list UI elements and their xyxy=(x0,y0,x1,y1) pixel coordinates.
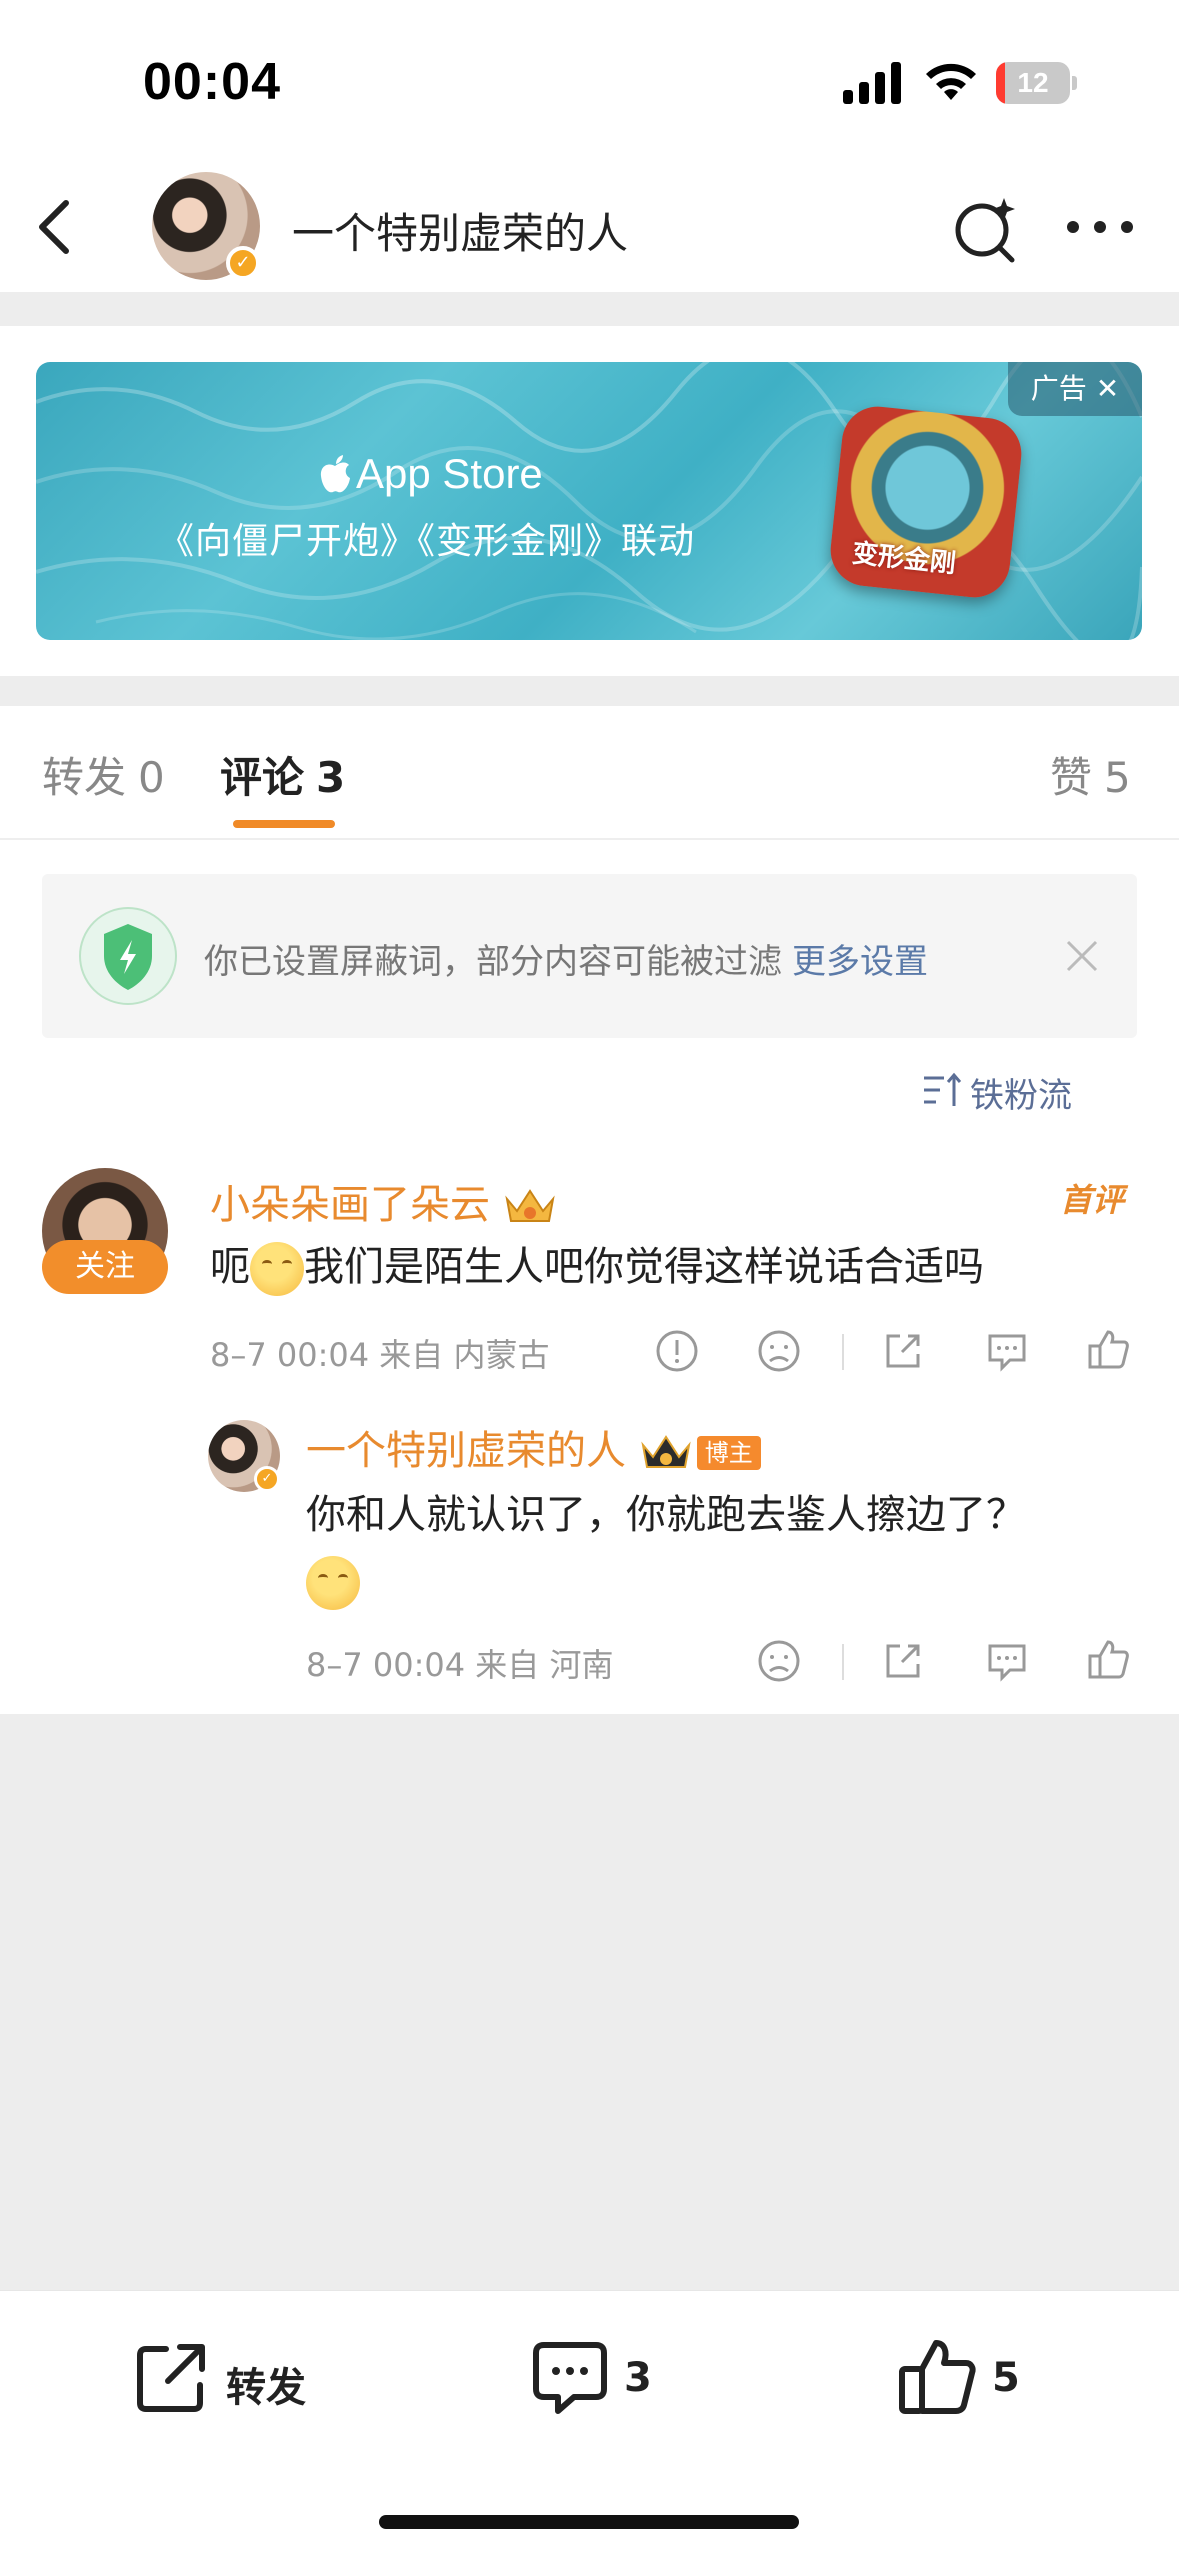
ad-store-name: App Store xyxy=(356,450,543,497)
sort-icon xyxy=(924,1072,962,1106)
tab-comment[interactable]: 评论 3 xyxy=(220,744,345,805)
sort-label: 铁粉流 xyxy=(970,1076,1072,1116)
tab-repost-count: 0 xyxy=(138,753,165,802)
nav-bar: ✓ 一个特别虚荣的人 xyxy=(0,160,1179,292)
comment-icon xyxy=(533,2342,607,2414)
dislike-icon[interactable] xyxy=(756,1328,802,1374)
first-comment-badge: 首评 xyxy=(1060,1181,1125,1219)
status-bar: 00:04 12 xyxy=(0,0,1179,160)
verified-icon: ✓ xyxy=(226,246,260,280)
like-count: 5 xyxy=(992,2355,1020,2401)
crown-icon xyxy=(641,1435,691,1468)
comment-meta: 8–7 00:04 来自 内蒙古 xyxy=(210,1336,550,1374)
ad-close-button[interactable]: 广告 ✕ xyxy=(1008,362,1142,416)
tab-like[interactable]: 赞5 xyxy=(1050,744,1131,805)
share-icon[interactable] xyxy=(880,1638,926,1684)
comment-meta: 8–7 00:04 来自 河南 xyxy=(306,1646,614,1684)
reply-icon[interactable] xyxy=(984,1328,1030,1374)
filter-notice: 你已设置屏蔽词，部分内容可能被过滤 更多设置 xyxy=(42,874,1137,1038)
tab-like-count: 5 xyxy=(1104,753,1131,802)
share-icon[interactable] xyxy=(880,1328,926,1374)
page-title[interactable]: 一个特别虚荣的人 xyxy=(292,200,628,261)
apple-logo-icon xyxy=(320,455,350,493)
tab-bar: 转发 0 评论 3 赞5 xyxy=(0,706,1179,840)
author-badge: 博主 xyxy=(696,1436,761,1470)
ad-section: App Store 《向僵尸开炮》《变形金刚》联动 变形金刚 广告 ✕ xyxy=(0,326,1179,676)
tab-repost[interactable]: 转发 0 xyxy=(42,744,165,805)
close-icon[interactable] xyxy=(1062,936,1102,976)
tab-indicator xyxy=(233,820,335,828)
comment-text: 我们是陌生人吧你觉得这样说话合适吗 xyxy=(304,1244,984,1290)
verified-icon: ✓ xyxy=(254,1466,280,1492)
avatar[interactable]: ✓ xyxy=(152,172,260,280)
filter-notice-text: 你已设置屏蔽词，部分内容可能被过滤 xyxy=(204,942,782,982)
signal-icon xyxy=(843,62,901,104)
like-icon xyxy=(899,2340,976,2414)
like-icon[interactable] xyxy=(1086,1326,1132,1372)
home-indicator[interactable] xyxy=(379,2515,799,2529)
search-sparkle-icon[interactable] xyxy=(950,192,1022,264)
reply-icon[interactable] xyxy=(984,1638,1030,1684)
game-app-icon: 变形金刚 xyxy=(827,403,1025,601)
dislike-icon[interactable] xyxy=(756,1638,802,1684)
more-dots-icon[interactable] xyxy=(1065,215,1135,239)
chevron-left-icon[interactable] xyxy=(30,195,80,259)
ad-tag-label: 广告 xyxy=(1030,372,1087,405)
sort-selector[interactable]: 铁粉流 xyxy=(924,1068,1072,1117)
ad-banner[interactable]: App Store 《向僵尸开炮》《变形金刚》联动 变形金刚 广告 ✕ xyxy=(36,362,1142,640)
status-time: 00:04 xyxy=(143,53,281,111)
report-icon[interactable] xyxy=(654,1328,700,1374)
comment-text-start: 呃 xyxy=(210,1244,250,1290)
tab-comment-count: 3 xyxy=(316,753,346,802)
more-settings-link[interactable]: 更多设置 xyxy=(792,942,928,982)
battery-icon: 12 xyxy=(996,62,1077,104)
ad-headline: 《向僵尸开炮》《变形金刚》联动 xyxy=(158,521,696,562)
game-app-label: 变形金刚 xyxy=(850,538,958,580)
follow-button[interactable]: 关注 xyxy=(42,1240,168,1294)
wifi-icon xyxy=(926,63,976,100)
comment-author[interactable]: 一个特别虚荣的人 xyxy=(306,1428,626,1474)
divider xyxy=(842,1334,844,1370)
share-icon xyxy=(137,2344,205,2412)
like-icon[interactable] xyxy=(1086,1636,1132,1682)
battery-level: 12 xyxy=(1017,67,1049,98)
repost-label: 转发 xyxy=(226,2365,306,2411)
tab-like-label: 赞 xyxy=(1050,753,1093,802)
crown-icon xyxy=(505,1189,555,1222)
comment-count: 3 xyxy=(624,2355,652,2401)
smile-emoji-icon xyxy=(250,1242,304,1296)
tab-repost-label: 转发 xyxy=(42,753,127,802)
comment-author[interactable]: 小朵朵画了朵云 xyxy=(210,1182,490,1228)
divider xyxy=(842,1644,844,1680)
tongue-emoji-icon xyxy=(306,1556,360,1610)
bottom-toolbar: 转发 3 5 xyxy=(0,2290,1179,2556)
avatar[interactable]: ✓ xyxy=(208,1420,280,1492)
comment-text: 你和人就认识了，你就跑去鉴人擦边了？ xyxy=(306,1492,1026,1538)
shield-icon xyxy=(79,907,177,1005)
tab-comment-label: 评论 xyxy=(220,753,305,802)
